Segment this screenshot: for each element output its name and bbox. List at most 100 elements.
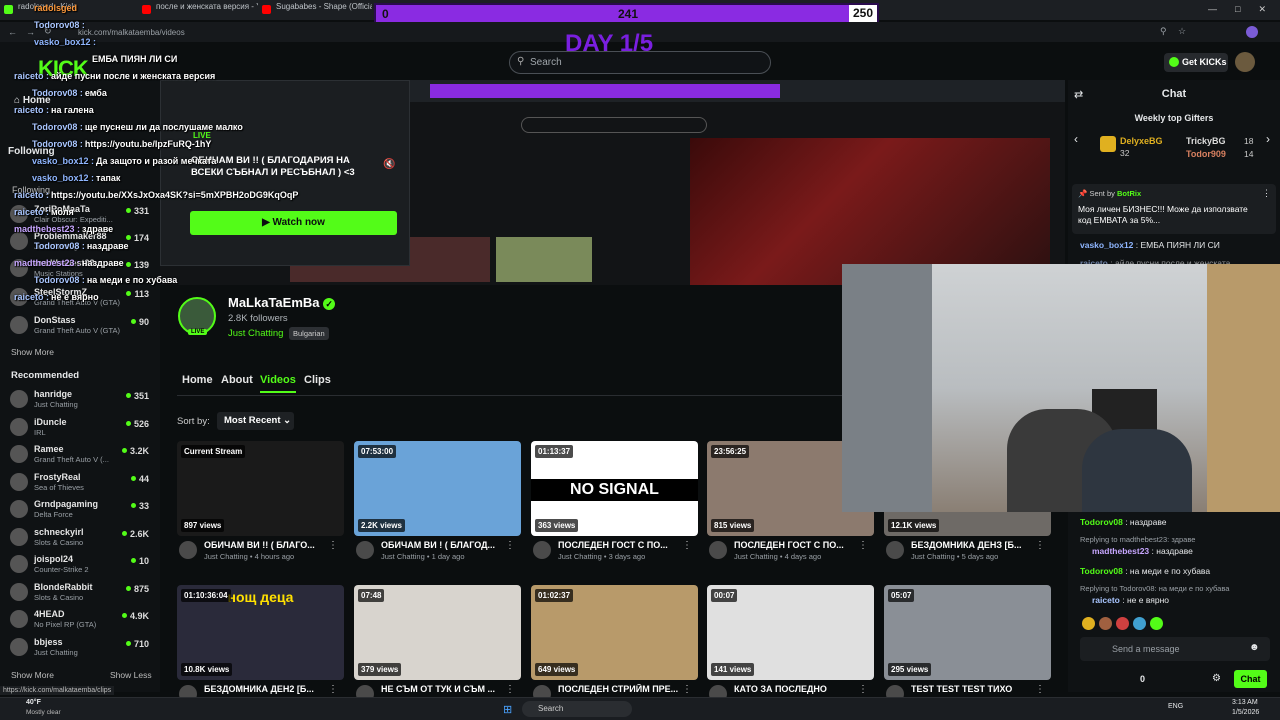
chat-username[interactable]: vasko_box12 [1080,240,1133,250]
emote-icon[interactable] [1116,617,1129,630]
chat-send-button[interactable]: Chat [1234,670,1267,688]
more-icon[interactable]: ⋮ [1035,540,1045,551]
more-icon[interactable]: ⋮ [505,684,515,695]
video-title[interactable]: ОБИЧАМ ВИ ! ( БЛАГОД... [381,540,507,550]
get-kicks-button[interactable]: Get KICKs [1164,53,1228,72]
emote-icon[interactable] [1082,617,1095,630]
chevron-right-icon[interactable]: › [1266,132,1270,146]
video-title[interactable]: ПОСЛЕДЕН ГОСТ С ПО... [734,540,860,550]
star-icon[interactable]: ☆ [1178,26,1186,37]
chat-username[interactable]: Todorov08 [1080,517,1123,527]
tab-videos[interactable]: Videos [260,374,296,393]
video-title[interactable]: БЕЗДОМНИКА ДЕН2 [Б... [204,684,330,694]
sidebar-channel[interactable]: DonStass Grand Theft Auto V (GTA) 90 [10,313,155,339]
more-icon[interactable]: ⋮ [682,540,692,551]
sidebar-channel[interactable]: schneckyirl Slots & Casino 2.6K [10,525,155,551]
video-title[interactable]: ПОСЛЕДЕН ГОСТ С ПО... [558,540,684,550]
taskbar-search[interactable]: Search [522,701,632,717]
more-icon[interactable]: ⋮ [328,540,338,551]
emote-icon[interactable] [1133,617,1146,630]
windows-start-icon[interactable]: ⊞ [503,703,512,716]
show-more-recommended[interactable]: Show More [11,670,54,680]
tab-title: Sugababes - Shape (Official Vi [276,2,372,11]
pin-icon: 📌 [1078,189,1090,198]
chat-username[interactable]: Todorov08 [1080,566,1123,576]
video-thumbnail[interactable]: 00:07 141 views [707,585,874,680]
language-tag[interactable]: Bulgarian [289,327,329,340]
more-icon[interactable]: ⋮ [328,684,338,695]
search-input[interactable]: ⚲ Search [509,51,771,74]
emote-icon[interactable] [1099,617,1112,630]
channel-game: Slots & Casino [34,538,84,547]
more-icon[interactable]: ⋮ [505,540,515,551]
sidebar-channel[interactable]: BlondeRabbit Slots & Casino 875 [10,580,155,606]
video-thumbnail[interactable]: NO SIGNAL 01:13:37 363 views [531,441,698,536]
gifter-name[interactable]: Todor909 [1186,149,1226,159]
channel-name: schneckyirl [34,527,84,537]
back-icon[interactable]: ← [8,27,17,37]
chat-username[interactable]: raiceto [1092,595,1120,605]
gifter-name[interactable]: DelyxeBG [1120,136,1163,146]
more-icon[interactable]: ⋮ [1262,188,1271,199]
chat-username[interactable]: madthebest23 [1092,546,1149,556]
more-icon[interactable]: ⋮ [682,684,692,695]
video-thumbnail[interactable]: 05:07 295 views [884,585,1051,680]
overlay-chat-user: vasko_box12 : [32,156,95,166]
view-count: 649 views [535,663,579,676]
video-title[interactable]: ОБИЧАМ ВИ !! ( БЛАГО... [204,540,330,550]
show-less-recommended[interactable]: Show Less [110,670,152,680]
minimize-icon[interactable]: — [1208,4,1217,16]
tab-clips[interactable]: Clips [304,374,331,386]
show-more-following[interactable]: Show More [11,347,54,357]
sidebar-channel[interactable]: Grndpagaming Delta Force 33 [10,497,155,523]
tab-about[interactable]: About [221,374,253,386]
video-title[interactable]: КАТО ЗА ПОСЛЕДНО [734,684,860,694]
sort-select[interactable]: Most Recent ⌄ [217,412,294,430]
watch-now-button[interactable]: ▶ Watch now [190,211,397,235]
language-indicator[interactable]: ENG [1168,703,1183,710]
video-thumbnail[interactable]: нощ деца 01:10:36:04 10.8K views [177,585,344,680]
channel-game: Delta Force [34,510,73,519]
tab-home[interactable]: Home [182,374,213,386]
settings-icon[interactable]: ⚙ [1212,673,1221,684]
video-title[interactable]: ПОСЛЕДЕН СТРИЙМ ПРЕ... [558,684,684,694]
gifter-name[interactable]: TrickyBG [1186,136,1226,146]
avatar [886,541,904,559]
browser-tab[interactable]: после и женската версия - Yo [140,2,258,18]
url-field[interactable]: kick.com/malkataemba/videos [78,28,185,37]
more-icon[interactable]: ⋮ [858,684,868,695]
chevron-left-icon[interactable]: ‹ [1074,132,1078,146]
mute-icon[interactable]: 🔇 [383,159,395,170]
video-thumbnail[interactable]: 07:53:00 2.2K views [354,441,521,536]
video-title[interactable]: TEST TEST TEST ТИХО [911,684,1037,694]
profile-icon[interactable] [1246,26,1258,38]
video-thumbnail[interactable]: 01:02:37 649 views [531,585,698,680]
more-icon[interactable]: ⋮ [858,540,868,551]
sidebar-channel[interactable]: hanridge Just Chatting 351 [10,387,155,413]
close-icon[interactable]: ✕ [1258,4,1266,16]
avatar [10,445,28,463]
emoji-icon[interactable]: ☻ [1249,642,1260,653]
sidebar-channel[interactable]: FrostyReal Sea of Thieves 44 [10,470,155,496]
video-thumbnail[interactable]: 07:48 379 views [354,585,521,680]
maximize-icon[interactable]: □ [1235,4,1240,16]
zoom-icon[interactable]: ⚲ [1160,26,1167,37]
follower-count: 2.8K followers [228,313,288,324]
sidebar-channel[interactable]: Ramee Grand Theft Auto V (... 3.2K [10,442,155,468]
user-avatar[interactable] [1235,52,1255,72]
browser-tab[interactable]: Sugababes - Shape (Official Vi [260,2,372,18]
sidebar-channel[interactable]: bbjess Just Chatting 710 [10,635,155,661]
sidebar-channel[interactable]: 4HEAD No Pixel RP (GTA) 4.9K [10,607,155,633]
sidebar-channel[interactable]: iDuncle IRL 526 [10,415,155,441]
sidebar-channel[interactable]: joispol24 Counter-Strike 2 10 [10,552,155,578]
chat-message-input[interactable]: Send a message ☻ [1080,637,1270,661]
reply-text: на меди е по хубава [1158,584,1230,593]
video-title[interactable]: НЕ СЪМ ОТ ТУК И СЪМ ... [381,684,507,694]
view-count: 12.1K views [888,519,940,532]
avatar [356,541,374,559]
video-title[interactable]: БЕЗДОМНИКА ДЕНЗ [Б... [911,540,1037,550]
channel-category[interactable]: Just Chatting [228,328,283,339]
more-icon[interactable]: ⋮ [1035,684,1045,695]
emote-icon[interactable] [1150,617,1163,630]
video-thumbnail[interactable]: Current Stream 897 views [177,441,344,536]
